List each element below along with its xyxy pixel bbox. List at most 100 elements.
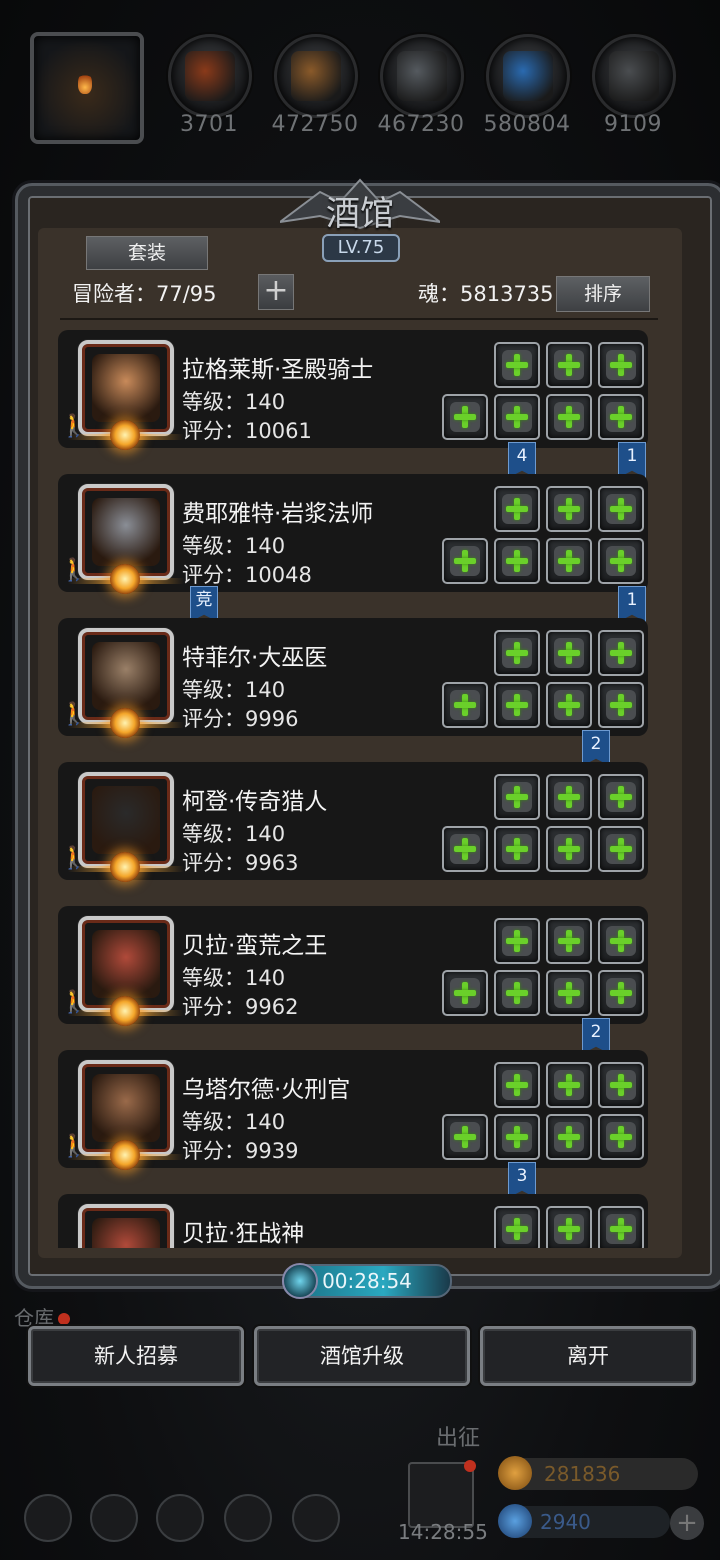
equipment-slot[interactable] <box>546 538 592 584</box>
equipment-slot[interactable] <box>598 630 644 676</box>
equipment-slot[interactable] <box>598 970 644 1016</box>
equipment-slot[interactable] <box>546 918 592 964</box>
hero-level: 等级：140 <box>182 822 286 846</box>
equipment-slot[interactable] <box>546 1114 592 1160</box>
plus-icon <box>504 404 530 430</box>
iron-resource[interactable] <box>380 34 464 118</box>
upgrade-tavern-button[interactable]: 酒馆升级 <box>254 1326 470 1386</box>
hero-avatar[interactable] <box>68 772 184 882</box>
hero-row[interactable]: 🚶贝拉·狂战神 <box>58 1194 648 1248</box>
mail-icon[interactable] <box>224 1494 272 1542</box>
equipment-slot[interactable] <box>494 918 540 964</box>
hero-row[interactable]: 🚶 费耶雅特·岩浆法师 等级：140 评分：10048 <box>58 474 648 594</box>
player-portrait[interactable] <box>30 32 144 144</box>
equipment-slot[interactable] <box>598 342 644 388</box>
equipment-slot[interactable] <box>546 682 592 728</box>
equipment-slot[interactable] <box>494 682 540 728</box>
hero-list[interactable]: 🚶 拉格莱斯·圣殿骑士 等级：140 评分：10061 4 1 🚶 费耶雅特·岩浆法师 等级：1… <box>58 322 662 1248</box>
equipment-slot[interactable] <box>598 1062 644 1108</box>
equipment-slot[interactable] <box>546 1206 592 1248</box>
equipment-slot[interactable] <box>546 342 592 388</box>
plus-icon <box>608 692 634 718</box>
equipment-slot[interactable] <box>598 918 644 964</box>
equipment-slot[interactable] <box>494 342 540 388</box>
equipment-slot[interactable] <box>598 538 644 584</box>
wood-resource[interactable] <box>274 34 358 118</box>
add-adventurer-slot-button[interactable]: + <box>258 274 294 310</box>
equipment-slot[interactable] <box>442 538 488 584</box>
iron-icon <box>397 51 447 101</box>
gold-counter: 281836 <box>498 1456 698 1490</box>
steel-icon <box>609 51 659 101</box>
equipment-slot[interactable] <box>494 1062 540 1108</box>
equipment-slot[interactable] <box>442 394 488 440</box>
equipment-slot[interactable] <box>546 486 592 532</box>
suit-button[interactable]: 套装 <box>86 236 208 270</box>
hero-avatar[interactable] <box>68 916 184 1026</box>
equipment-slot[interactable] <box>598 774 644 820</box>
hero-portrait <box>92 1074 160 1142</box>
equipment-slot[interactable] <box>598 826 644 872</box>
equipment-slot[interactable] <box>494 1206 540 1248</box>
count-ribbon: 1 <box>618 442 646 478</box>
equipment-slot[interactable] <box>546 970 592 1016</box>
hero-avatar[interactable] <box>68 484 184 594</box>
equipment-slot[interactable] <box>494 1114 540 1160</box>
equipment-slot[interactable] <box>494 538 540 584</box>
equipment-slot[interactable] <box>546 630 592 676</box>
hero-avatar[interactable] <box>78 1204 174 1248</box>
star-icon[interactable] <box>90 1494 138 1542</box>
book-icon[interactable] <box>156 1494 204 1542</box>
equipment-slot[interactable] <box>442 826 488 872</box>
equipment-slot[interactable] <box>442 1114 488 1160</box>
equipment-slot[interactable] <box>546 394 592 440</box>
equipment-slot[interactable] <box>494 630 540 676</box>
meat-resource[interactable] <box>168 34 252 118</box>
equipment-slot[interactable] <box>598 1206 644 1248</box>
expedition-label[interactable]: 出征 <box>436 1420 480 1452</box>
sword-icon[interactable] <box>292 1494 340 1542</box>
plus-icon <box>452 836 478 862</box>
equipment-slot[interactable] <box>494 826 540 872</box>
equipment-slot[interactable] <box>598 682 644 728</box>
equipment-slot[interactable] <box>494 394 540 440</box>
gear-icon[interactable] <box>24 1494 72 1542</box>
hero-row[interactable]: 🚶 特菲尔·大巫医 等级：140 评分：9996 <box>58 618 648 738</box>
equipment-slot[interactable] <box>598 394 644 440</box>
steel-resource[interactable] <box>592 34 676 118</box>
add-gems-button[interactable]: + <box>670 1506 704 1540</box>
recruit-button[interactable]: 新人招募 <box>28 1326 244 1386</box>
equipment-slot[interactable] <box>598 1114 644 1160</box>
hero-avatar[interactable] <box>68 628 184 738</box>
hero-name: 贝拉·狂战神 <box>182 1221 305 1247</box>
gift-box-icon[interactable] <box>408 1460 476 1528</box>
equipment-slot[interactable] <box>442 970 488 1016</box>
equipment-slot[interactable] <box>546 826 592 872</box>
crystal-resource[interactable] <box>486 34 570 118</box>
plus-icon <box>608 1124 634 1150</box>
hero-portrait <box>92 354 160 422</box>
hero-portrait <box>92 642 160 710</box>
leave-button[interactable]: 离开 <box>480 1326 696 1386</box>
equipment-slot[interactable] <box>546 774 592 820</box>
plus-icon <box>608 836 634 862</box>
hero-row[interactable]: 🚶 拉格莱斯·圣殿骑士 等级：140 评分：10061 <box>58 330 648 450</box>
plus-icon <box>452 692 478 718</box>
hero-avatar[interactable] <box>68 1060 184 1170</box>
equipment-slot[interactable] <box>494 970 540 1016</box>
notification-dot <box>58 1313 70 1325</box>
hero-row[interactable]: 🚶 柯登·传奇猎人 等级：140 评分：9963 <box>58 762 648 882</box>
equipment-slot[interactable] <box>598 486 644 532</box>
hero-avatar[interactable] <box>68 340 184 450</box>
plus-icon <box>556 836 582 862</box>
count-ribbon: 4 <box>508 442 536 478</box>
equipment-slot[interactable] <box>546 1062 592 1108</box>
equipment-slot[interactable] <box>442 682 488 728</box>
plus-icon <box>504 352 530 378</box>
resource-value: 472750 <box>271 112 359 137</box>
equipment-slot[interactable] <box>494 774 540 820</box>
hero-row[interactable]: 🚶 贝拉·蛮荒之王 等级：140 评分：9962 <box>58 906 648 1026</box>
sort-button[interactable]: 排序 <box>556 276 650 312</box>
equipment-slot[interactable] <box>494 486 540 532</box>
hero-row[interactable]: 🚶 乌塔尔德·火刑官 等级：140 评分：9939 <box>58 1050 648 1170</box>
